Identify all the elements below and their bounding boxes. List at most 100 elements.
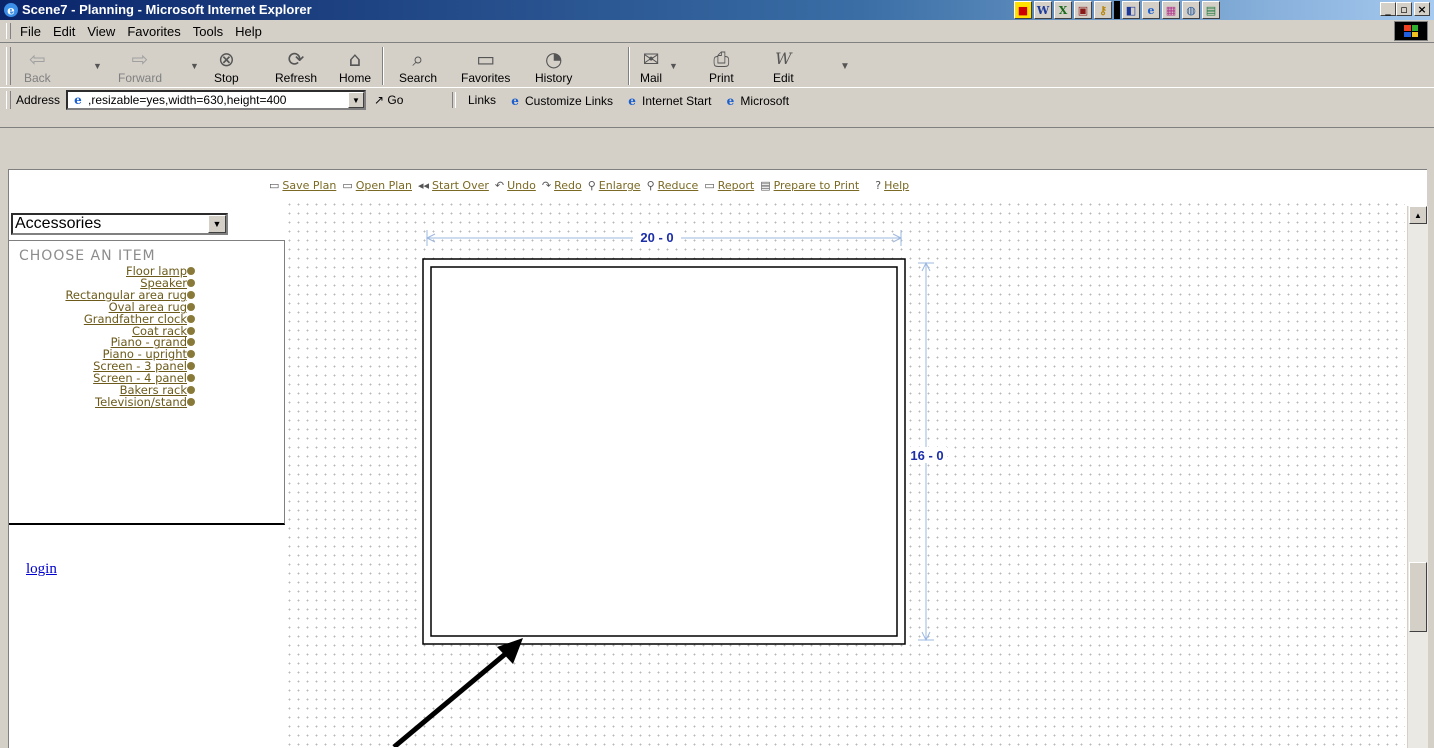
windows-logo-throbber xyxy=(1394,21,1428,41)
links-bar: Links e Customize Links e Internet Start e… xyxy=(452,92,790,108)
link-microsoft[interactable]: e Microsoft xyxy=(723,93,790,108)
history-button[interactable]: ◔ History xyxy=(535,47,572,87)
favorites-icon: ▭ xyxy=(476,47,496,71)
maximize-button[interactable]: ▫ xyxy=(1396,2,1412,16)
home-icon: ⌂ xyxy=(348,47,362,71)
links-label[interactable]: Links xyxy=(468,93,496,108)
scroll-thumb[interactable] xyxy=(1409,562,1427,632)
toolbar-grip[interactable] xyxy=(6,47,11,85)
menu-favorites[interactable]: Favorites xyxy=(123,24,188,39)
mail-dropdown-icon[interactable]: ▼ xyxy=(669,61,678,71)
globe-icon[interactable]: ◍ xyxy=(1182,1,1200,19)
sidebar: Accessories ▼ CHOOSE AN ITEM Floor lamp … xyxy=(9,207,285,748)
stop-icon: ⊗ xyxy=(217,47,235,71)
word-icon[interactable]: W xyxy=(1034,1,1052,19)
refresh-button[interactable]: ⟳ Refresh xyxy=(275,47,317,87)
key-icon[interactable]: ⚷ xyxy=(1094,1,1112,19)
link-internet-start[interactable]: e Internet Start xyxy=(625,93,711,108)
menu-help[interactable]: Help xyxy=(231,24,270,39)
forward-button[interactable]: ⇨ Forward xyxy=(118,47,162,87)
help-label: Help xyxy=(884,179,910,192)
login-link[interactable]: login xyxy=(26,561,57,578)
bullet-icon xyxy=(187,290,195,299)
save-plan-label: Save Plan xyxy=(282,179,337,192)
vertical-scrollbar[interactable]: ▲ xyxy=(1407,206,1428,748)
menu-grip[interactable] xyxy=(6,23,11,39)
home-button[interactable]: ⌂ Home xyxy=(339,47,371,87)
toolbar-more-icon[interactable]: ▼ xyxy=(840,61,850,72)
ie-tray-icon[interactable]: e xyxy=(1142,1,1160,19)
internet-explorer-icon: e xyxy=(4,3,18,18)
back-label: Back xyxy=(24,71,51,85)
go-label: Go xyxy=(387,93,404,107)
menu-file[interactable]: File xyxy=(16,24,49,39)
svg-text:e: e xyxy=(7,4,15,18)
calendar-icon[interactable]: ▦ xyxy=(1162,1,1180,19)
report-button[interactable]: ▭ Report xyxy=(704,179,754,192)
search-button[interactable]: ⌕ Search xyxy=(399,47,437,87)
enlarge-button[interactable]: ⚲ Enlarge xyxy=(588,179,641,192)
edit-button[interactable]: W Edit xyxy=(773,47,794,87)
address-value[interactable]: ,resizable=yes,width=630,height=400 xyxy=(88,93,348,107)
menu-edit[interactable]: Edit xyxy=(49,24,83,39)
item-list: Floor lamp Speaker Rectangular area rug … xyxy=(9,265,195,409)
print-button[interactable]: ⎙ Print xyxy=(709,47,734,87)
link-label: Customize Links xyxy=(525,93,614,108)
choose-item-heading: CHOOSE AN ITEM xyxy=(19,248,156,264)
address-dropdown-icon[interactable]: ▼ xyxy=(348,92,364,108)
start-over-button[interactable]: ◂◂ Start Over xyxy=(418,179,489,192)
open-plan-button[interactable]: ▭ Open Plan xyxy=(342,179,412,192)
stop-button[interactable]: ⊗ Stop xyxy=(214,47,239,87)
go-button[interactable]: ↗ Go xyxy=(374,93,403,107)
link-label: Microsoft xyxy=(740,93,790,108)
bullet-icon xyxy=(187,302,195,311)
taskbar-tray: ■ W X ▣ ⚷ ◧ e ▦ ◍ ▤ xyxy=(1014,1,1220,19)
find-icon[interactable]: ◧ xyxy=(1122,1,1140,19)
forward-dropdown-icon[interactable]: ▼ xyxy=(190,61,199,71)
tray-app-icon-1[interactable]: ■ xyxy=(1014,1,1032,19)
help-button[interactable]: ? Help xyxy=(875,179,909,192)
prepare-to-print-button[interactable]: ▤ Prepare to Print xyxy=(760,179,859,192)
back-dropdown-icon[interactable]: ▼ xyxy=(93,61,102,71)
redo-label: Redo xyxy=(554,179,582,192)
menu-view[interactable]: View xyxy=(83,24,123,39)
printer-icon: ▤ xyxy=(760,179,771,192)
redo-button[interactable]: ↷ Redo xyxy=(542,179,582,192)
room-outer-wall[interactable] xyxy=(422,258,906,645)
save-plan-button[interactable]: ▭ Save Plan xyxy=(269,179,336,192)
rewind-icon: ◂◂ xyxy=(418,179,430,192)
ie-link-icon: e xyxy=(511,93,519,108)
start-over-label: Start Over xyxy=(432,179,489,192)
category-select[interactable]: Accessories ▼ xyxy=(11,213,228,235)
powerpoint-icon[interactable]: ▣ xyxy=(1074,1,1092,19)
undo-button[interactable]: ↶ Undo xyxy=(495,179,536,192)
menu-bar: File Edit View Favorites Tools Help xyxy=(0,20,1434,43)
back-arrow-icon: ⇦ xyxy=(28,47,46,71)
link-label: Internet Start xyxy=(642,93,712,108)
back-button[interactable]: ⇦ Back xyxy=(24,47,51,87)
bullet-icon xyxy=(187,314,195,323)
floor-plan-canvas[interactable]: 20 - 0 16 - 0 xyxy=(285,200,1405,748)
excel-icon[interactable]: X xyxy=(1054,1,1072,19)
address-input[interactable]: e ,resizable=yes,width=630,height=400 ▼ xyxy=(66,90,366,110)
chevron-down-icon[interactable]: ▼ xyxy=(208,215,226,233)
favorites-button[interactable]: ▭ Favorites xyxy=(461,47,510,87)
project-icon[interactable]: ▤ xyxy=(1202,1,1220,19)
close-button[interactable]: × xyxy=(1414,2,1430,16)
zoom-out-icon: ⚲ xyxy=(646,179,655,192)
history-label: History xyxy=(535,71,573,85)
title-bar[interactable]: e Scene7 - Planning - Microsoft Internet… xyxy=(0,0,1434,20)
bullet-icon xyxy=(187,397,195,406)
history-icon: ◔ xyxy=(544,47,563,71)
minimize-button[interactable]: _ xyxy=(1380,2,1396,16)
scroll-up-button[interactable]: ▲ xyxy=(1409,206,1427,224)
black-square-icon[interactable] xyxy=(1114,1,1120,19)
address-grip[interactable] xyxy=(6,91,11,109)
mail-label: Mail xyxy=(640,71,663,85)
reduce-button[interactable]: ⚲ Reduce xyxy=(647,179,699,192)
link-customize-links[interactable]: e Customize Links xyxy=(508,93,613,108)
menu-tools[interactable]: Tools xyxy=(189,24,231,39)
mail-button[interactable]: ✉ Mail xyxy=(640,47,662,87)
list-item[interactable]: Television/stand xyxy=(9,396,195,409)
report-icon: ▭ xyxy=(704,179,715,192)
